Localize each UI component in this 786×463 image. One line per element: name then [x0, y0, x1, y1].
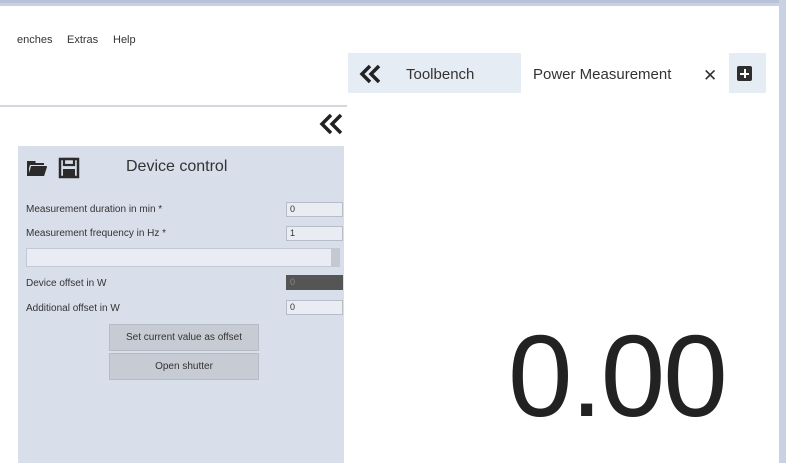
close-icon[interactable]: ✕ [703, 63, 719, 85]
tab-collapse-button[interactable] [358, 63, 384, 85]
additional-offset-input[interactable]: 0 [286, 300, 343, 315]
save-button[interactable] [58, 157, 80, 184]
device-control-title: Device control [126, 158, 228, 175]
folder-icon [27, 161, 47, 176]
tab-power-measurement-label: Power Measurement [533, 66, 672, 83]
set-offset-button[interactable]: Set current value as offset [109, 324, 259, 351]
menu-item-help[interactable]: Help [113, 34, 136, 46]
open-shutter-button[interactable]: Open shutter [109, 353, 259, 380]
menu-item-workbenches[interactable]: enches [17, 34, 52, 46]
tab-toolbench[interactable]: Toolbench [394, 53, 521, 93]
frequency-slider[interactable] [26, 248, 340, 267]
window-frame-top-edge [0, 0, 786, 3]
chevrons-left-icon [359, 64, 381, 84]
frequency-label: Measurement frequency in Hz * [26, 228, 167, 239]
save-icon [58, 157, 80, 179]
left-collapse-button[interactable] [318, 110, 346, 138]
tab-power-measurement[interactable]: Power Measurement [521, 53, 729, 93]
left-panel-separator [0, 105, 347, 107]
open-folder-button[interactable] [26, 158, 48, 183]
device-control-panel: Device control Measurement duration in m… [18, 146, 344, 463]
menu-item-extras[interactable]: Extras [67, 34, 98, 46]
measurement-panel: Toolbench Power Measurement ✕ 0.00 [348, 53, 766, 463]
power-value-display: 0.00 [508, 311, 728, 441]
device-offset-field: 0 [286, 275, 343, 290]
tab-toolbench-label: Toolbench [406, 66, 475, 83]
slider-thumb[interactable] [331, 249, 339, 266]
plus-square-icon[interactable] [737, 66, 752, 81]
duration-label: Measurement duration in min * [26, 204, 163, 215]
tab-strip: Toolbench Power Measurement ✕ [348, 53, 766, 93]
duration-input[interactable]: 0 [286, 202, 343, 217]
chevrons-left-icon [319, 113, 343, 135]
device-offset-label: Device offset in W [26, 278, 107, 289]
frequency-input[interactable]: 1 [286, 226, 343, 241]
window-frame-right [779, 0, 786, 463]
additional-offset-label: Additional offset in W [26, 303, 120, 314]
